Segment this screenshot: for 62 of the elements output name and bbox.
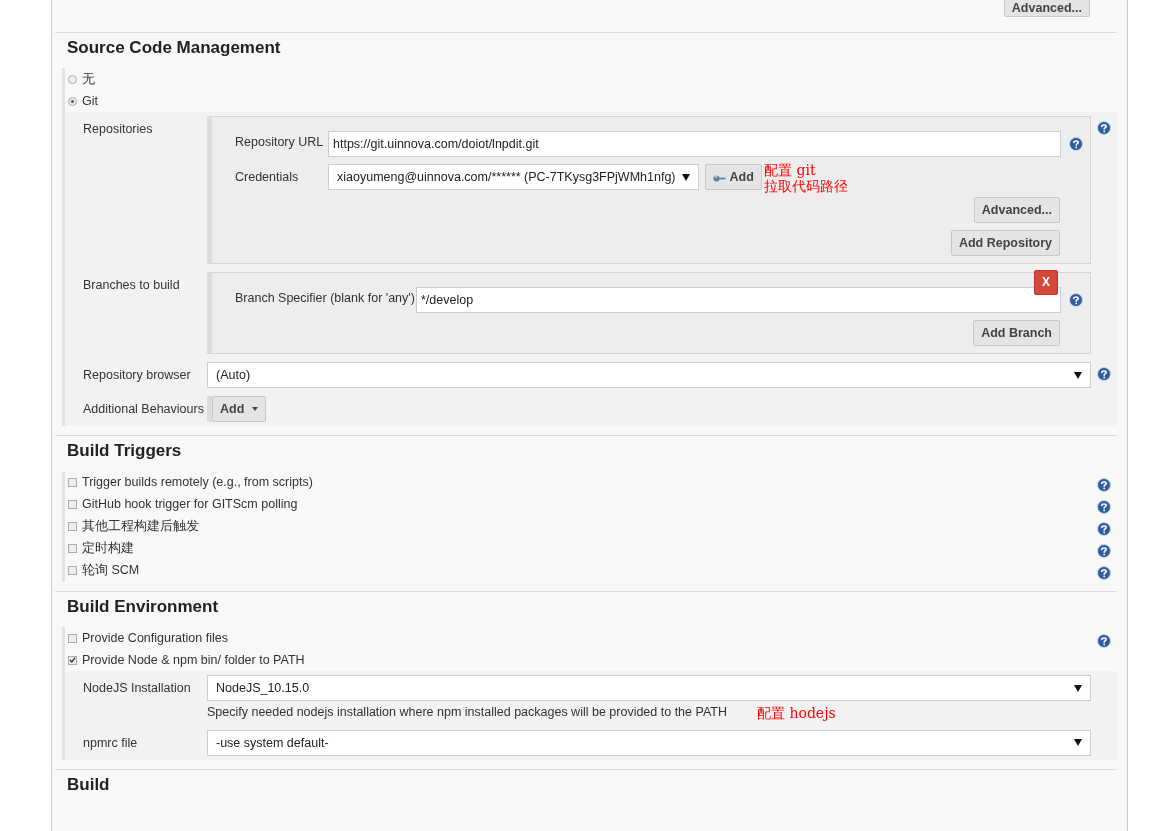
checkbox-label[interactable]: Provide Configuration files [82, 628, 228, 648]
field-label: Repository browser [83, 367, 192, 385]
radio-label[interactable]: Git [82, 92, 98, 111]
advanced-button[interactable]: Advanced... [973, 197, 1060, 224]
help-icon[interactable] [1097, 563, 1111, 578]
caret-icon [1074, 371, 1082, 379]
checkbox[interactable] [68, 522, 77, 532]
checkbox-label[interactable]: 定时构建 [82, 539, 134, 559]
checkbox[interactable] [68, 566, 77, 576]
field-label: Repositories [83, 121, 154, 139]
radio-button[interactable] [68, 96, 77, 106]
section-heading: Source Code Management [66, 37, 281, 59]
help-icon[interactable] [1097, 364, 1111, 379]
radio-label[interactable]: 无 [82, 70, 95, 89]
dropdown[interactable]: -use system default- [207, 729, 1091, 756]
section-heading: Build Triggers [66, 440, 182, 463]
delete-button[interactable]: X [1034, 270, 1058, 296]
checkbox-label[interactable]: 轮询 SCM [82, 561, 140, 581]
help-icon[interactable] [1097, 475, 1111, 490]
field-label: Branches to build [83, 277, 181, 295]
checkbox-label[interactable]: Trigger builds remotely (e.g., from scripts) [82, 473, 313, 493]
caret-icon [681, 173, 690, 181]
section-heading: Build [66, 773, 110, 796]
caret-icon [1074, 739, 1082, 747]
add-branch-button[interactable]: Add Branch [973, 320, 1060, 347]
help-icon[interactable] [1068, 134, 1083, 149]
help-icon[interactable] [1097, 541, 1111, 556]
checkbox-label[interactable]: 其他工程构建后触发 [82, 517, 199, 537]
help-icon[interactable] [1097, 118, 1111, 133]
field-label: Credentials [235, 169, 300, 187]
help-icon[interactable] [1097, 519, 1111, 534]
radio-button[interactable] [68, 74, 77, 84]
dropdown[interactable]: NodeJS_10.15.0 [207, 675, 1091, 702]
checkbox[interactable] [68, 544, 77, 554]
field-label: Additional Behaviours [83, 401, 205, 419]
section-heading: Build Environment [66, 595, 219, 618]
checkbox-label[interactable]: GitHub hook trigger for GITScm polling [82, 495, 298, 515]
dropdown[interactable]: xiaoyumeng@uinnova.com/****** (PC-7TKysg3FPjWMh1nfg) [328, 164, 699, 191]
dropdown[interactable]: (Auto) [207, 362, 1091, 389]
add-repository-button[interactable]: Add Repository [950, 230, 1060, 257]
checkbox-label[interactable]: Provide Node & npm bin/ folder to PATH [82, 650, 305, 670]
help-icon[interactable] [1068, 290, 1083, 305]
checkbox[interactable] [68, 633, 77, 643]
field-label: Branch Specifier (blank for 'any') [235, 290, 416, 308]
advanced-button[interactable]: Advanced... [1003, 0, 1090, 17]
help-text: Specify needed nodejs installation where npm installed packages will be provided to the PATH [207, 704, 727, 722]
caret-icon [1074, 684, 1082, 692]
checkbox[interactable] [68, 655, 77, 665]
field-label: npmrc file [83, 734, 139, 752]
add-credentials-button[interactable]: Add [704, 164, 762, 191]
caret-icon [252, 407, 259, 412]
checkbox[interactable] [68, 500, 77, 510]
field-label: Repository URL [235, 134, 325, 152]
field-label: NodeJS Installation [83, 680, 192, 698]
url-field[interactable]: https://git.uinnova.com/doiot/lnpdit.git [328, 131, 1061, 158]
checkbox[interactable] [68, 478, 77, 488]
help-icon[interactable] [1097, 631, 1111, 646]
help-icon[interactable] [1097, 497, 1111, 512]
annotation-text: 配置 hodejs [757, 704, 836, 721]
branch-field[interactable]: */develop [416, 287, 1061, 314]
annotation-text: 配置 git 拉取代码路径 [764, 162, 848, 195]
add-dropdown-button[interactable]: Add [212, 396, 267, 423]
